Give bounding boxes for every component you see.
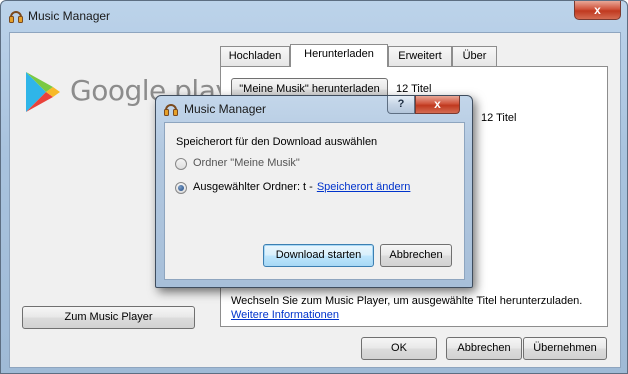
main-titlebar[interactable]: Music Manager x	[1, 1, 627, 31]
apply-button[interactable]: Übernehmen	[523, 337, 607, 360]
start-download-button[interactable]: Download starten	[263, 244, 374, 267]
tab-advanced[interactable]: Erweitert	[388, 46, 452, 66]
close-button[interactable]: x	[574, 1, 621, 20]
tab-upload[interactable]: Hochladen	[220, 46, 290, 66]
help-icon: ?	[397, 98, 405, 110]
ok-button[interactable]: OK	[361, 337, 437, 360]
google-play-icon	[26, 72, 60, 112]
download-location-dialog: Music Manager ? x Speicherort für den Do…	[155, 95, 473, 288]
dialog-title: Music Manager	[184, 102, 267, 116]
tab-about[interactable]: Über	[452, 46, 497, 66]
change-location-link[interactable]: Speicherort ändern	[317, 181, 411, 193]
dialog-prompt: Speicherort für den Download auswählen	[176, 136, 378, 148]
close-icon: x	[434, 97, 441, 111]
info-text: Wechseln Sie zum Music Player, um ausgew…	[231, 295, 583, 307]
radio-label: Ordner "Meine Musik"	[193, 157, 300, 169]
dialog-close-button[interactable]: x	[415, 96, 460, 114]
dialog-cancel-button[interactable]: Abbrechen	[380, 244, 452, 267]
dialog-client-area: Speicherort für den Download auswählen O…	[164, 122, 465, 280]
more-info-link[interactable]: Weitere Informationen	[231, 309, 339, 321]
help-button[interactable]: ?	[387, 96, 415, 114]
cancel-button[interactable]: Abbrechen	[446, 337, 522, 360]
radio-button-checked[interactable]	[175, 182, 187, 194]
window-title: Music Manager	[28, 9, 111, 23]
music-player-button[interactable]: Zum Music Player	[22, 306, 195, 329]
track-count-secondary: 12 Titel	[481, 112, 517, 124]
headphones-icon	[9, 11, 23, 23]
selected-folder-label: Ausgewählter Ordner: t -	[193, 181, 313, 193]
track-count: 12 Titel	[396, 83, 432, 95]
tab-download[interactable]: Herunterladen	[290, 44, 388, 67]
close-icon: x	[594, 3, 601, 17]
radio-label: Ausgewählter Ordner: t - Speicherort ände…	[193, 181, 410, 193]
headphones-icon	[164, 104, 178, 116]
radio-button[interactable]	[175, 158, 187, 170]
